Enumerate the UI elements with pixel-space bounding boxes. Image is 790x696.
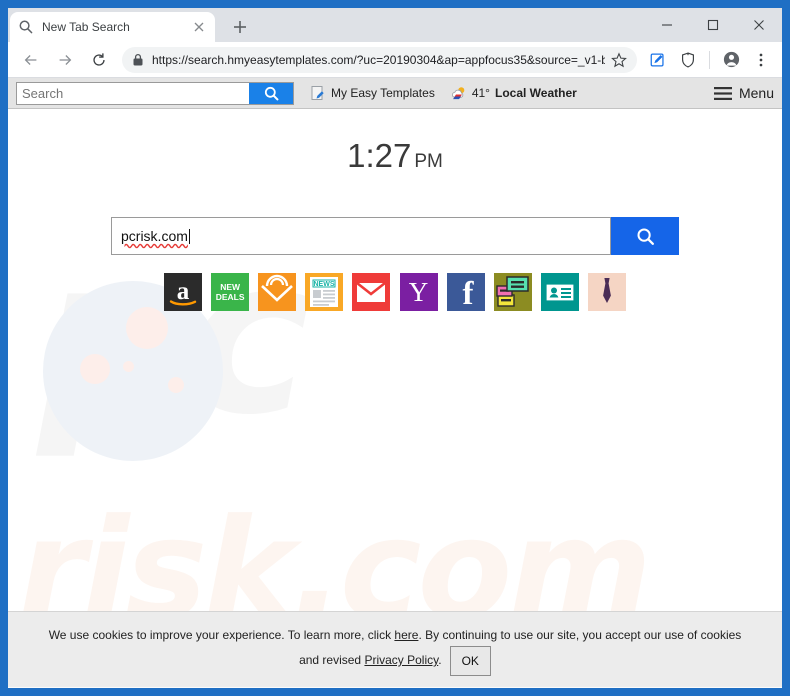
svg-text:f: f xyxy=(462,276,474,311)
cookie-ok-button[interactable]: OK xyxy=(449,646,491,676)
close-window-button[interactable] xyxy=(736,8,782,42)
main-search-query: pcrisk.com xyxy=(121,228,188,244)
tab-favicon-search-icon xyxy=(18,19,34,35)
tile-amazon[interactable]: a xyxy=(164,273,202,311)
shield-icon[interactable] xyxy=(675,47,701,73)
weather-temperature: 41° xyxy=(471,86,490,100)
back-icon[interactable] xyxy=(17,46,45,74)
address-bar[interactable]: https://search.hmyeasytemplates.com/?uc=… xyxy=(122,46,637,73)
main-search-input[interactable]: pcrisk.com xyxy=(111,217,611,255)
svg-text:a: a xyxy=(177,278,190,305)
lock-icon xyxy=(132,53,144,67)
edit-pen-icon[interactable] xyxy=(645,47,671,73)
toolbar-divider xyxy=(709,50,710,69)
my-easy-templates-link[interactable]: My Easy Templates xyxy=(310,85,435,101)
page-footer: My Easy Templates Terms Privacy Uninstal… xyxy=(8,686,782,688)
bookmark-star-icon[interactable] xyxy=(611,51,627,68)
clock-time: 1:27 xyxy=(347,137,412,174)
tile-contacts[interactable] xyxy=(540,273,579,311)
new-tab-button[interactable] xyxy=(230,17,250,37)
my-easy-templates-label: My Easy Templates xyxy=(331,86,435,100)
tile-jobs[interactable] xyxy=(587,273,626,311)
browser-window: New Tab Search https://search.hmyeasytem… xyxy=(8,8,782,688)
tile-yahoo-label: Y xyxy=(408,276,429,307)
tab-close-icon[interactable] xyxy=(191,19,207,35)
tile-new-deals-label: NEW DEALS xyxy=(215,282,245,302)
main-search-button[interactable] xyxy=(611,217,679,255)
new-tab-page: pc risk.com 1:27 PM pcrisk.com a NEW DEA… xyxy=(8,109,782,686)
weather-label: Local Weather xyxy=(494,86,577,100)
tab-strip: New Tab Search xyxy=(8,8,782,42)
extension-menu-button[interactable]: Menu xyxy=(713,85,774,101)
extension-menu-label: Menu xyxy=(738,85,774,101)
extension-toolbar: My Easy Templates 41° Local Weather Menu xyxy=(8,78,782,109)
window-controls xyxy=(644,8,782,42)
cookie-consent-banner: We use cookies to improve your experienc… xyxy=(8,611,782,686)
watermark-dot xyxy=(123,361,134,372)
cookie-text-3: . xyxy=(438,653,442,668)
tile-news[interactable]: NEWS xyxy=(305,273,344,311)
url-text: https://search.hmyeasytemplates.com/?uc=… xyxy=(152,52,605,67)
main-search-box[interactable]: pcrisk.com xyxy=(111,217,679,255)
extension-search-box[interactable] xyxy=(16,81,294,105)
local-weather-link[interactable]: 41° Local Weather xyxy=(451,85,577,101)
profile-icon[interactable] xyxy=(718,47,744,73)
watermark-pc: pc xyxy=(38,211,311,462)
cookie-here-link[interactable]: here xyxy=(394,628,418,642)
text-caret xyxy=(188,228,190,244)
tile-facebook[interactable]: f xyxy=(446,273,485,311)
navigation-toolbar: https://search.hmyeasytemplates.com/?uc=… xyxy=(8,42,782,78)
shortcut-tiles: a NEW DEALS NEWS Y f xyxy=(164,273,626,311)
document-pencil-icon xyxy=(310,85,326,101)
privacy-policy-link[interactable]: Privacy Policy xyxy=(364,653,438,667)
watermark-dot xyxy=(168,377,184,393)
tab-title: New Tab Search xyxy=(42,20,130,34)
extension-search-input[interactable] xyxy=(17,82,249,104)
tile-audible[interactable] xyxy=(258,273,297,311)
kebab-menu-icon[interactable] xyxy=(748,47,774,73)
minimize-button[interactable] xyxy=(644,8,690,42)
svg-text:NEWS: NEWS xyxy=(314,281,335,288)
maximize-button[interactable] xyxy=(690,8,736,42)
tile-yahoo[interactable]: Y xyxy=(399,273,438,311)
watermark-dot xyxy=(80,354,110,384)
reload-icon[interactable] xyxy=(85,46,113,74)
forward-icon[interactable] xyxy=(51,46,79,74)
clock-ampm: PM xyxy=(414,151,443,172)
tile-gmail[interactable] xyxy=(352,273,391,311)
browser-tab[interactable]: New Tab Search xyxy=(10,12,215,42)
watermark-dot xyxy=(126,307,168,349)
weather-cloud-icon xyxy=(451,85,467,101)
tile-social[interactable] xyxy=(493,273,532,311)
extension-search-button[interactable] xyxy=(249,82,293,104)
clock: 1:27 PM xyxy=(8,109,782,175)
hamburger-menu-icon xyxy=(713,86,732,100)
tile-new-deals[interactable]: NEW DEALS xyxy=(211,273,250,311)
cookie-text-1: We use cookies to improve your experienc… xyxy=(48,628,395,642)
